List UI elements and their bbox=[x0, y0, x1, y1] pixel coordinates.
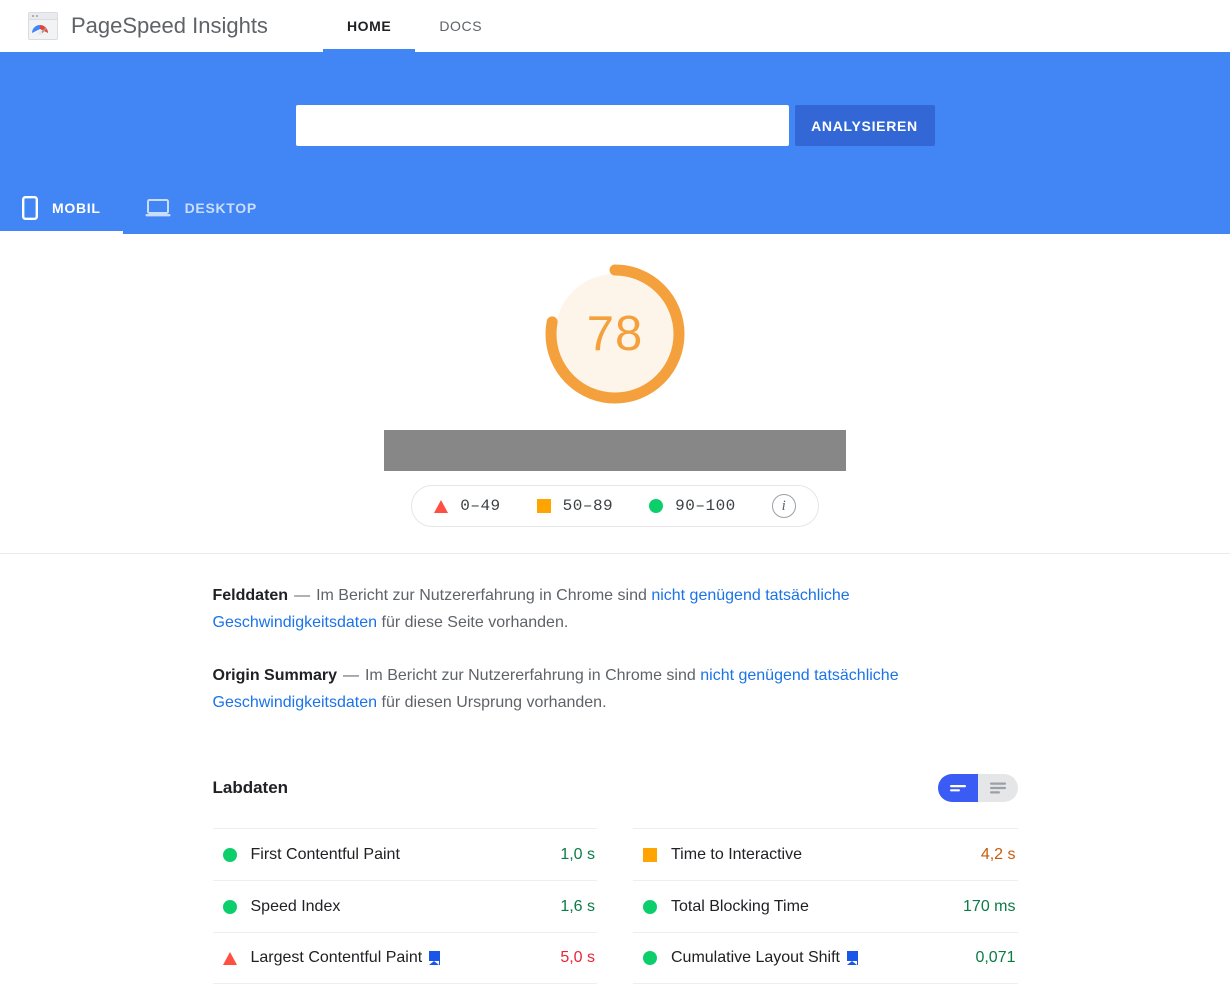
metric-value: 4,2 s bbox=[980, 845, 1016, 863]
report-content: Felddaten — Im Bericht zur Nutzererfahrung… bbox=[212, 554, 1018, 984]
metric-value: 1,0 s bbox=[560, 845, 595, 863]
performance-score-value: 78 bbox=[586, 307, 644, 361]
device-tab-label: MOBIL bbox=[52, 200, 101, 216]
square-swatch-icon bbox=[536, 499, 551, 513]
origin-summary-text-after: für diesen Ursprung vorhanden. bbox=[377, 694, 607, 711]
metric-row[interactable]: Speed Index 1,6 s bbox=[212, 880, 597, 932]
metric-label: Total Blocking Time bbox=[671, 897, 809, 915]
circle-swatch-icon bbox=[649, 499, 664, 513]
field-data-text-before: Im Bericht zur Nutzererfahrung in Chrome… bbox=[316, 587, 652, 604]
metrics-column-right: Time to Interactive 4,2 s Total Blocking… bbox=[633, 828, 1018, 984]
info-icon[interactable]: i bbox=[771, 494, 796, 518]
origin-summary-text-before: Im Bericht zur Nutzererfahrung in Chrome… bbox=[364, 667, 701, 684]
legend-item-average: 50–89 bbox=[536, 497, 614, 515]
metric-row[interactable]: Total Blocking Time 170 ms bbox=[633, 880, 1018, 932]
circle-swatch-icon bbox=[643, 951, 665, 965]
legend-item-good: 90–100 bbox=[649, 497, 736, 515]
legend-item-poor: 0–49 bbox=[434, 497, 500, 515]
device-tabs: MOBIL DESKTOP bbox=[0, 182, 279, 234]
metric-value: 1,6 s bbox=[560, 897, 595, 915]
metric-row[interactable]: Cumulative Layout Shift 0,071 bbox=[633, 932, 1018, 984]
lab-data-header: Labdaten bbox=[213, 774, 1018, 802]
legend-range: 90–100 bbox=[675, 497, 736, 515]
analyze-button[interactable]: ANALYSIEREN bbox=[794, 105, 935, 146]
circle-swatch-icon bbox=[222, 847, 245, 862]
metric-row[interactable]: First Contentful Paint 1,0 s bbox=[212, 828, 597, 880]
legend-range: 50–89 bbox=[562, 497, 614, 515]
laptop-icon bbox=[145, 198, 171, 218]
nav-tab-home[interactable]: HOME bbox=[322, 0, 416, 52]
nav-tabs: HOME DOCS bbox=[322, 0, 506, 52]
brand: PageSpeed Insights bbox=[25, 10, 268, 42]
top-navigation-bar: PageSpeed Insights HOME DOCS bbox=[0, 0, 1230, 52]
condensed-view-icon[interactable] bbox=[937, 774, 978, 802]
expanded-view-icon[interactable] bbox=[977, 774, 1018, 802]
device-tab-desktop[interactable]: DESKTOP bbox=[123, 182, 279, 234]
nav-tab-docs[interactable]: DOCS bbox=[415, 0, 506, 52]
pagespeed-gauge-logo-icon bbox=[25, 10, 61, 42]
lab-data-title: Labdaten bbox=[212, 778, 289, 797]
hero-section: ANALYSIEREN MOBIL DESKTOP bbox=[0, 52, 1230, 234]
metric-value: 5,0 s bbox=[560, 949, 595, 966]
device-tab-mobile[interactable]: MOBIL bbox=[0, 182, 123, 234]
view-toggle-group bbox=[937, 774, 1018, 802]
metric-label: Cumulative Layout Shift bbox=[671, 949, 840, 966]
origin-summary-dash: — bbox=[342, 667, 359, 684]
metric-value: 0,071 bbox=[975, 949, 1016, 966]
triangle-swatch-icon bbox=[222, 951, 245, 965]
field-data-title: Felddaten bbox=[212, 587, 289, 604]
device-tab-label: DESKTOP bbox=[184, 200, 257, 216]
metric-label: Time to Interactive bbox=[671, 845, 803, 863]
brand-title: PageSpeed Insights bbox=[71, 13, 268, 38]
metric-label: Largest Contentful Paint bbox=[250, 949, 423, 966]
metric-label: First Contentful Paint bbox=[250, 845, 400, 863]
field-data-dash: — bbox=[294, 587, 311, 604]
lab-data-metrics: First Contentful Paint 1,0 s Speed Index… bbox=[212, 828, 1018, 984]
circle-swatch-icon bbox=[643, 899, 665, 914]
legend-range: 0–49 bbox=[460, 497, 501, 515]
url-analyze-form: ANALYSIEREN bbox=[0, 52, 1230, 146]
metrics-column-left: First Contentful Paint 1,0 s Speed Index… bbox=[212, 828, 597, 984]
field-data-paragraph: Felddaten — Im Bericht zur Nutzererfahrung… bbox=[213, 582, 1018, 636]
metric-row[interactable]: Largest Contentful Paint 5,0 s bbox=[212, 932, 597, 984]
metric-row[interactable]: Time to Interactive 4,2 s bbox=[633, 828, 1018, 880]
performance-score-gauge: 78 bbox=[541, 260, 689, 408]
square-swatch-icon bbox=[643, 847, 665, 862]
origin-summary-paragraph: Origin Summary — Im Bericht zur Nutzererfa… bbox=[213, 662, 1018, 716]
metric-value: 170 ms bbox=[963, 897, 1016, 915]
score-section: 78 0–49 50–89 90–100 i bbox=[0, 234, 1230, 554]
field-data-text-after: für diese Seite vorhanden. bbox=[377, 614, 569, 631]
core-web-vital-badge-icon bbox=[846, 951, 858, 965]
metric-label: Speed Index bbox=[250, 897, 341, 915]
mobile-phone-icon bbox=[22, 196, 38, 220]
triangle-swatch-icon bbox=[434, 499, 449, 513]
redacted-content-bar bbox=[384, 430, 846, 471]
url-input[interactable] bbox=[295, 105, 789, 146]
core-web-vital-badge-icon bbox=[429, 951, 441, 965]
origin-summary-title: Origin Summary bbox=[212, 667, 337, 684]
circle-swatch-icon bbox=[222, 899, 245, 914]
score-legend: 0–49 50–89 90–100 i bbox=[411, 485, 819, 527]
